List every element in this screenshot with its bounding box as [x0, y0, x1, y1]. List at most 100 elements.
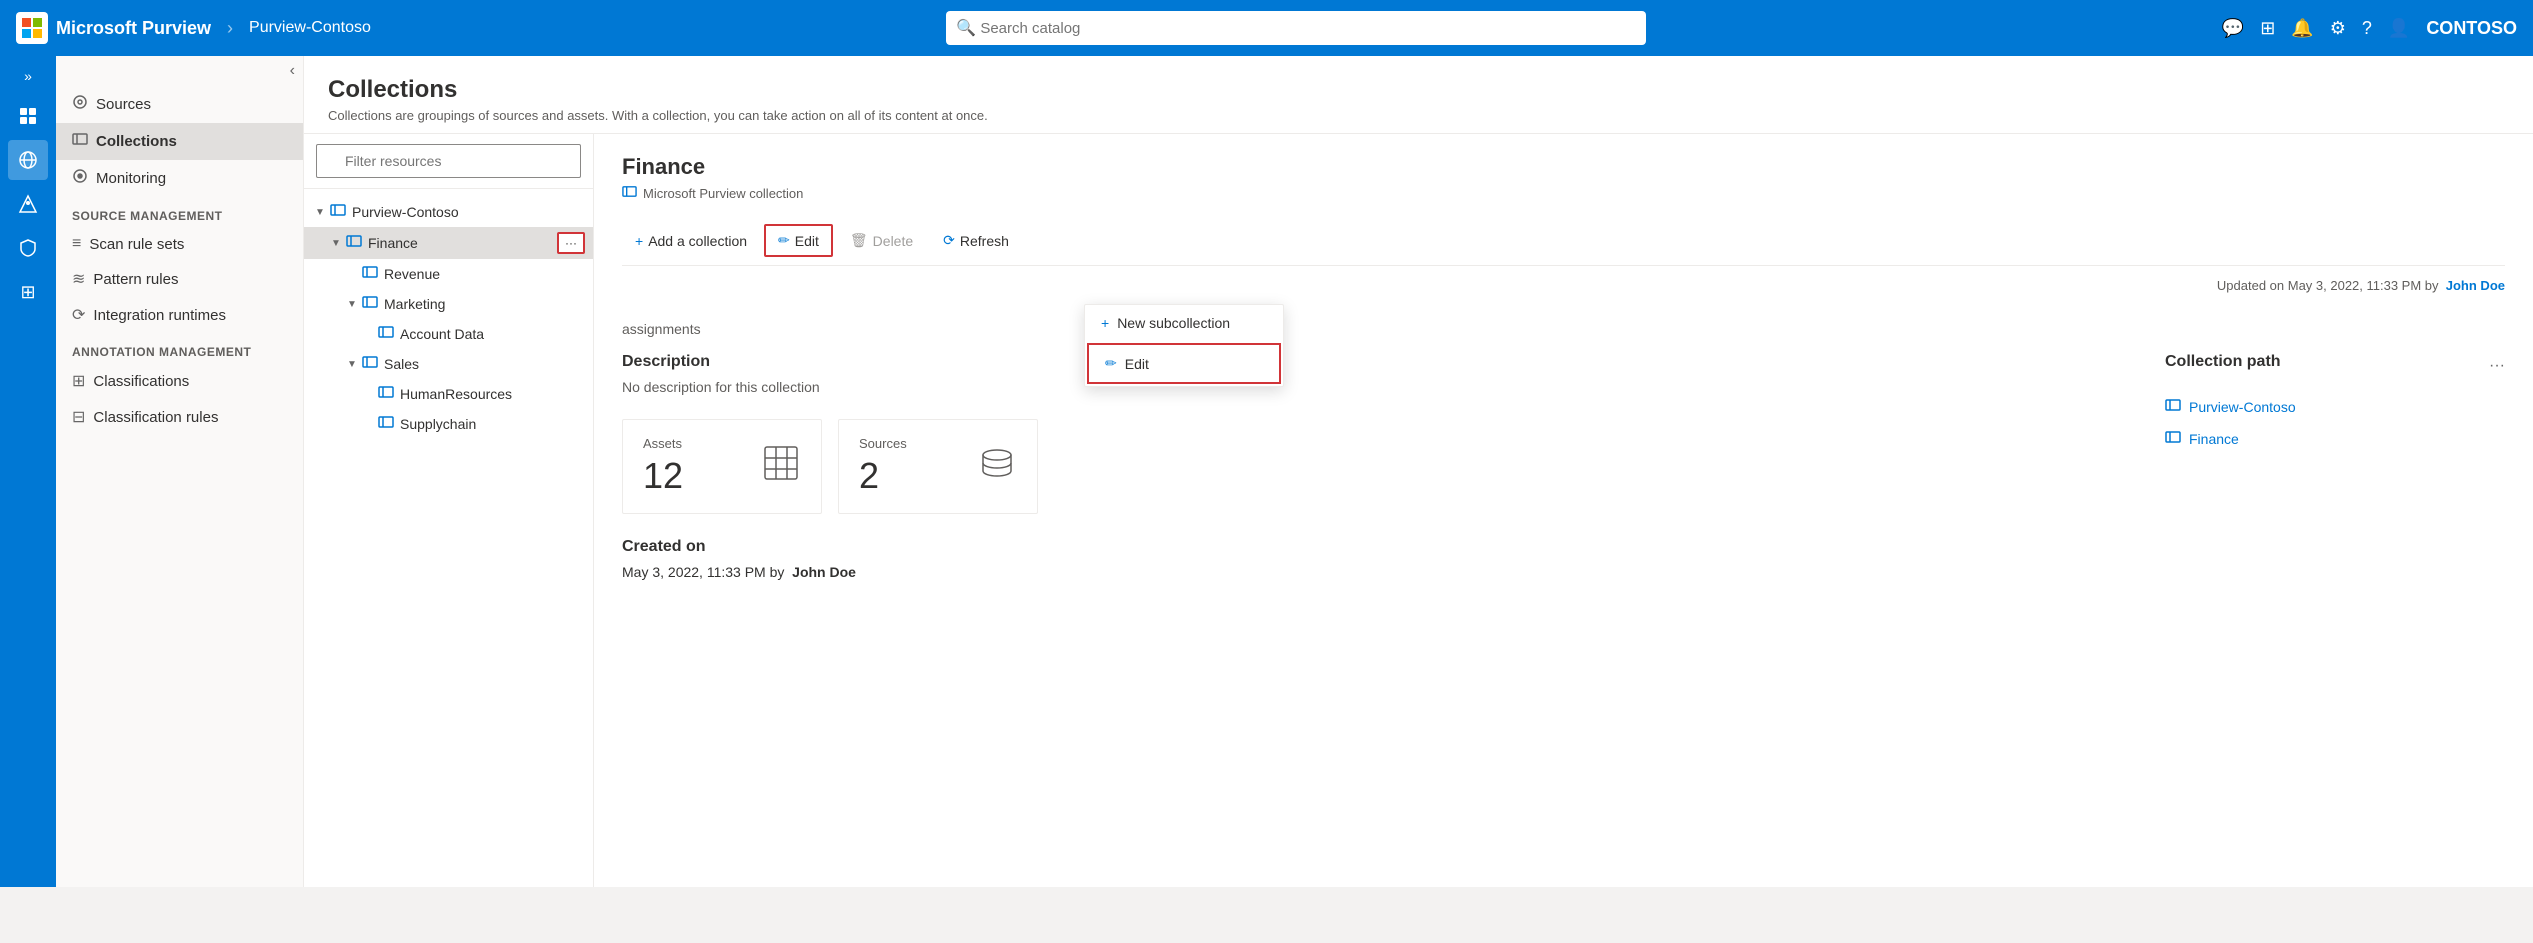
nav-separator: ›: [227, 18, 233, 39]
sidebar-expand-button[interactable]: »: [13, 64, 43, 88]
tree-node-revenue[interactable]: ▶ Revenue: [304, 259, 593, 289]
collection-path-title: Collection path: [2165, 353, 2281, 371]
sidebar-item-label-monitoring: Monitoring: [96, 170, 166, 187]
dropdown-item-edit[interactable]: ✏ Edit: [1087, 343, 1281, 384]
created-section: Created on May 3, 2022, 11:33 PM by John…: [622, 538, 2125, 580]
tree-node-supplychain[interactable]: ▶ Supplychain: [304, 409, 593, 439]
sidebar-item-monitoring[interactable]: Monitoring: [56, 160, 303, 197]
path-finance-icon: [2165, 429, 2181, 449]
collection-path-more-button[interactable]: ···: [2489, 357, 2505, 375]
assets-icon: [761, 443, 801, 491]
path-root-label: Purview-Contoso: [2189, 399, 2296, 415]
edit-button[interactable]: ✏ Edit: [764, 224, 833, 257]
sidebar-label-classifications: Classifications: [93, 373, 189, 390]
context-menu-dropdown: + New subcollection ✏ Edit: [1084, 304, 1284, 387]
tree-node-finance-label: Finance: [368, 235, 557, 251]
tree-node-finance[interactable]: ▼ Finance ···: [304, 227, 593, 259]
tree-node-account-data[interactable]: ▶ Account Data: [304, 319, 593, 349]
person-icon[interactable]: 👤: [2388, 18, 2410, 39]
tree-node-revenue-label: Revenue: [384, 266, 585, 282]
assets-info: Assets 12: [643, 436, 683, 497]
collection-icon-root: [330, 202, 346, 222]
created-user: John Doe: [792, 564, 856, 580]
search-icon: 🔍: [956, 18, 976, 38]
classification-rules-icon: ⊟: [72, 407, 85, 427]
tree-node-sales[interactable]: ▼ Sales: [304, 349, 593, 379]
sidebar-label-integration-runtimes: Integration runtimes: [93, 307, 226, 324]
refresh-button[interactable]: ⟳ Refresh: [930, 225, 1022, 256]
detail-main-section: Description No description for this coll…: [622, 353, 2125, 600]
role-assignments-label: assignments: [622, 321, 701, 337]
filter-input[interactable]: [316, 144, 581, 178]
pattern-rules-icon: ≋: [72, 269, 85, 289]
collection-icon-marketing: [362, 294, 378, 314]
sidebar-item-pattern-rules[interactable]: ≋ Pattern rules: [56, 261, 303, 297]
left-navigation: ‹ Sources Collections: [56, 56, 304, 887]
collection-path: Collection path ··· Purv: [2165, 353, 2505, 455]
dropdown-label-edit: Edit: [1125, 356, 1149, 372]
tree-panel: ▽ ▼ Purview-Contoso: [304, 134, 594, 887]
detail-side-section: Collection path ··· Purv: [2165, 353, 2505, 600]
created-section-title: Created on: [622, 538, 2125, 556]
bell-icon[interactable]: 🔔: [2291, 18, 2313, 39]
sidebar-item-sources[interactable]: Sources: [56, 86, 303, 123]
sidebar-item-label-sources: Sources: [96, 96, 151, 113]
expand-arrow-finance[interactable]: ▼: [328, 235, 344, 251]
page-description: Collections are groupings of sources and…: [328, 108, 2509, 123]
path-item-finance[interactable]: Finance: [2165, 423, 2505, 455]
chat-icon[interactable]: 💬: [2222, 18, 2244, 39]
sidebar-icon-insights[interactable]: [8, 184, 48, 224]
detail-subtitle: Microsoft Purview collection: [622, 184, 2505, 202]
sidebar-item-classifications[interactable]: ⊞ Classifications: [56, 363, 303, 399]
user-name[interactable]: CONTOSO: [2426, 18, 2517, 39]
tree-node-sales-label: Sales: [384, 356, 585, 372]
icon-sidebar: » ⊞: [0, 56, 56, 887]
no-description-text: No description for this collection: [622, 379, 2125, 395]
search-input[interactable]: [946, 11, 1646, 45]
sidebar-item-integration-runtimes[interactable]: ⟳ Integration runtimes: [56, 297, 303, 333]
path-finance-label: Finance: [2189, 431, 2239, 447]
sources-icon: [72, 94, 88, 115]
brand-logo[interactable]: Microsoft Purview: [16, 12, 211, 44]
nav-actions: 💬 ⊞ 🔔 ⚙ ? 👤 CONTOSO: [2222, 18, 2517, 39]
tree-node-marketing[interactable]: ▼ Marketing: [304, 289, 593, 319]
created-date: May 3, 2022, 11:33 PM by: [622, 564, 784, 580]
sidebar-item-classification-rules[interactable]: ⊟ Classification rules: [56, 399, 303, 435]
sidebar-icon-solutions[interactable]: ⊞: [8, 272, 48, 312]
tenant-name[interactable]: Purview-Contoso: [249, 19, 371, 37]
delete-icon: 🗑: [850, 232, 868, 249]
expand-arrow-sales[interactable]: ▼: [344, 356, 360, 372]
sidebar-item-collections[interactable]: Collections: [56, 123, 303, 160]
sidebar-icon-map[interactable]: [8, 140, 48, 180]
tree-node-root[interactable]: ▼ Purview-Contoso: [304, 197, 593, 227]
sidebar-label-classification-rules: Classification rules: [93, 409, 218, 426]
sidebar-item-scan-rule-sets[interactable]: ≡ Scan rule sets: [56, 227, 303, 261]
dropdown-item-new-subcollection[interactable]: + New subcollection: [1085, 305, 1283, 341]
collapse-nav-button[interactable]: ‹: [290, 62, 295, 80]
delete-button[interactable]: 🗑 Delete: [837, 225, 926, 256]
grid-icon[interactable]: ⊞: [2260, 18, 2275, 39]
sidebar-icon-catalog[interactable]: [8, 96, 48, 136]
sources-card: Sources 2: [838, 419, 1038, 514]
expand-arrow-marketing[interactable]: ▼: [344, 296, 360, 312]
annotation-management-section-label: Annotation management: [56, 333, 303, 363]
tree-node-root-label: Purview-Contoso: [352, 204, 585, 220]
settings-icon[interactable]: ⚙: [2330, 18, 2346, 39]
collection-path-header: Collection path ···: [2165, 353, 2505, 379]
sources-info: Sources 2: [859, 436, 907, 497]
tree-node-human-resources[interactable]: ▶ HumanResources: [304, 379, 593, 409]
sidebar-icon-policy[interactable]: [8, 228, 48, 268]
add-collection-button[interactable]: + Add a collection: [622, 226, 760, 256]
collection-icon-supplychain: [378, 414, 394, 434]
help-icon[interactable]: ?: [2362, 18, 2372, 39]
finance-more-button[interactable]: ···: [557, 232, 585, 254]
expand-arrow-root[interactable]: ▼: [312, 204, 328, 220]
tree-node-supplychain-label: Supplychain: [400, 416, 585, 432]
sources-stat-icon: [977, 443, 1017, 491]
new-subcollection-icon: +: [1101, 315, 1109, 331]
edit-label: Edit: [795, 233, 819, 249]
detail-sections: Description No description for this coll…: [622, 353, 2505, 600]
sidebar-label-scan-rule-sets: Scan rule sets: [89, 236, 184, 253]
detail-title-row: Finance: [622, 154, 2505, 180]
path-item-root[interactable]: Purview-Contoso: [2165, 391, 2505, 423]
